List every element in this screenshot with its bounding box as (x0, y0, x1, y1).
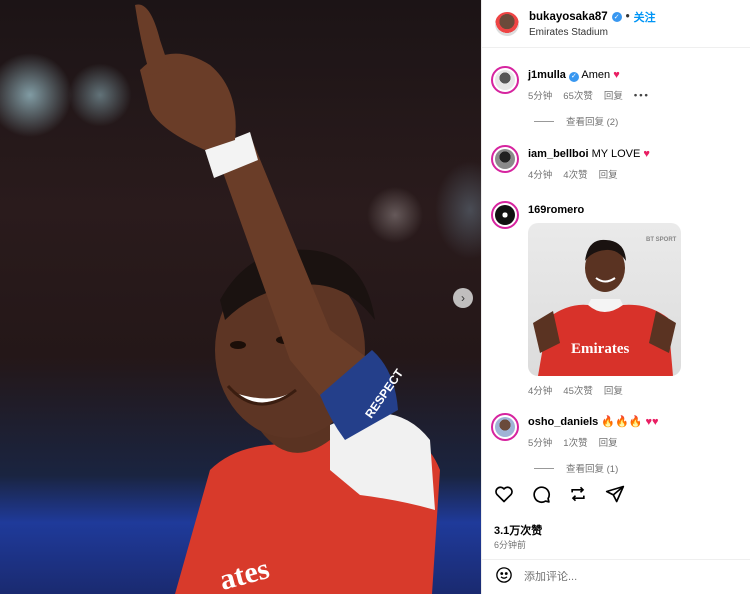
add-comment-bar (482, 559, 750, 594)
comment-time: 5分钟 (528, 438, 553, 449)
author-username[interactable]: bukayosaka87 (529, 11, 608, 23)
comment-username[interactable]: j1mulla (528, 69, 566, 81)
comment-likes[interactable]: 65次赞 (563, 88, 593, 102)
follow-button[interactable]: 关注 (634, 9, 656, 25)
author-avatar[interactable] (495, 11, 519, 36)
commenter-avatar[interactable] (491, 66, 519, 94)
heart-emoji-icon: ♥ (643, 148, 650, 160)
more-options-icon[interactable]: ••• (634, 90, 650, 101)
image-jersey-text: Emirates (571, 341, 629, 357)
comment-likes[interactable]: 1次赞 (563, 435, 587, 449)
post-location[interactable]: Emirates Stadium (529, 27, 656, 38)
view-replies-label[interactable]: 查看回复 (1) (566, 461, 618, 475)
reply-button[interactable]: 回复 (604, 88, 623, 102)
heart-emoji-icon: ♥ (613, 69, 620, 81)
comment-text: MY LOVE (591, 148, 641, 160)
comment-username[interactable]: 169romero (528, 204, 584, 216)
commenter-avatar[interactable] (491, 413, 519, 441)
post-timestamp: 6分钟前 (494, 540, 527, 550)
post-header: bukayosaka87 ✓ • 关注 Emirates Stadium (482, 0, 750, 48)
heart-icon[interactable] (494, 484, 514, 504)
reply-button[interactable]: 回复 (599, 435, 618, 449)
view-replies[interactable]: 查看回复 (1) (482, 461, 750, 475)
hearts-emoji-icon: ♥♥ (645, 416, 659, 428)
comment-item: j1mulla ✓ Amen ♥ 5分钟 65次赞 回复 ••• (482, 66, 750, 102)
comment-image-illustration: Emirates BT SPORT (533, 237, 677, 376)
comment-time: 4分钟 (528, 170, 553, 181)
comment-username[interactable]: osho_daniels (528, 416, 598, 428)
view-replies[interactable]: 查看回复 (2) (482, 114, 750, 128)
separator-dot: • (625, 11, 630, 23)
replies-line (534, 467, 554, 469)
likes-count[interactable]: 3.1万次赞 (494, 522, 542, 538)
replies-line (534, 120, 554, 122)
share-icon[interactable] (605, 484, 625, 504)
comment-time: 4分钟 (528, 386, 553, 397)
comment-item: 169romero Emirates BT SPORT 4分钟 45次赞 回复 (482, 201, 750, 397)
comment-username[interactable]: iam_bellboi (528, 148, 589, 160)
comment-icon[interactable] (531, 484, 551, 504)
comment-likes[interactable]: 4次赞 (563, 167, 587, 181)
post-actions (494, 484, 625, 504)
repost-icon[interactable] (568, 484, 588, 504)
comment-likes[interactable]: 45次赞 (563, 383, 593, 397)
view-replies-label[interactable]: 查看回复 (2) (566, 114, 618, 128)
comment-text: 🔥🔥🔥 (601, 416, 643, 428)
comment-input[interactable] (524, 571, 724, 583)
comments-list[interactable]: j1mulla ✓ Amen ♥ 5分钟 65次赞 回复 ••• 查看回复 (2… (482, 56, 750, 476)
emoji-icon[interactable] (495, 566, 513, 589)
comment-item: osho_daniels 🔥🔥🔥 ♥♥ 5分钟 1次赞 回复 (482, 413, 750, 449)
reply-button[interactable]: 回复 (599, 167, 618, 181)
comment-time: 5分钟 (528, 91, 553, 102)
commenter-avatar[interactable] (491, 145, 519, 173)
post-photo: RESPECT ates › (0, 0, 481, 594)
commenter-avatar[interactable] (491, 201, 519, 229)
comment-text: Amen (581, 69, 611, 81)
post-photo-illustration: RESPECT ates (135, 4, 440, 594)
reply-button[interactable]: 回复 (604, 383, 623, 397)
verified-icon: ✓ (568, 72, 579, 82)
post-panel: bukayosaka87 ✓ • 关注 Emirates Stadium j1m… (481, 0, 750, 594)
comment-item: iam_bellboi MY LOVE ♥ 4分钟 4次赞 回复 (482, 145, 750, 181)
verified-icon: ✓ (611, 12, 622, 22)
image-logo-text: BT SPORT (646, 237, 677, 243)
next-photo-button[interactable]: › (453, 288, 473, 308)
comment-image[interactable]: Emirates BT SPORT (528, 223, 681, 376)
